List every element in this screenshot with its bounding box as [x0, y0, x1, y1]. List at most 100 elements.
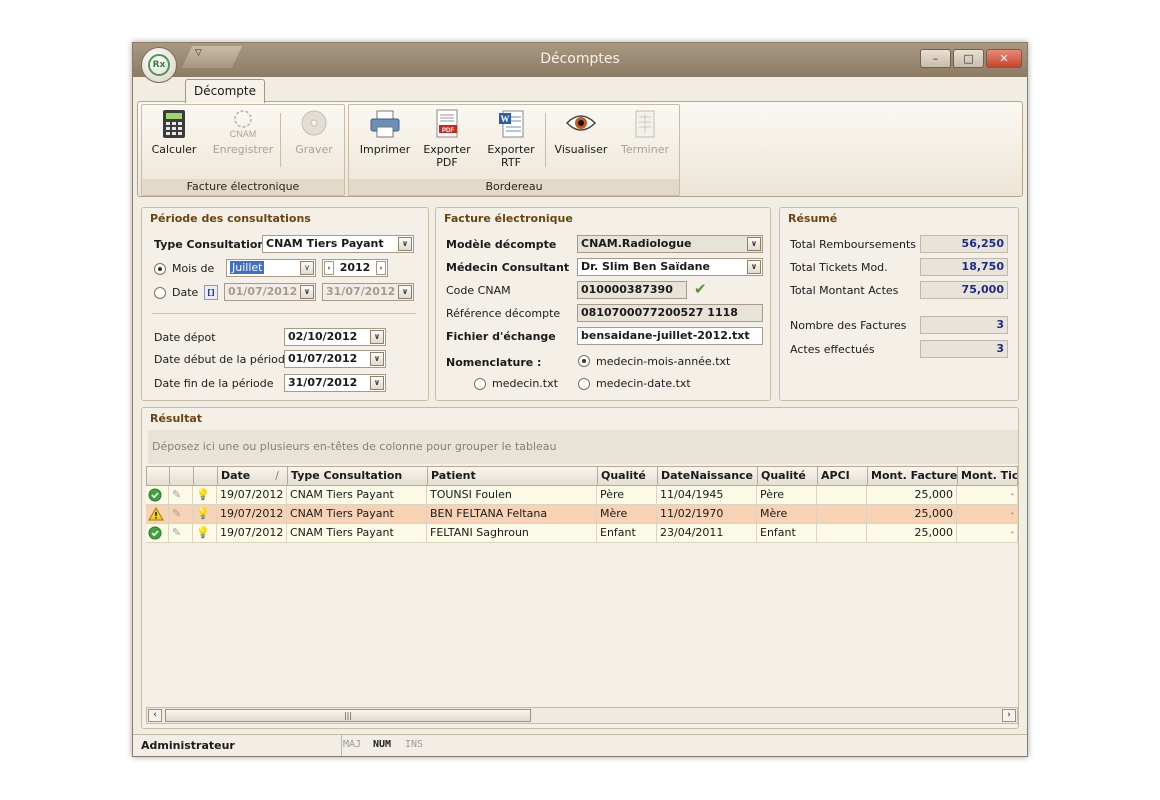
tab-decompte[interactable]: Décompte — [185, 79, 265, 103]
scroll-left-icon[interactable]: ‹ — [148, 709, 162, 722]
column-header-date-naissance[interactable]: DateNaissance — [657, 466, 757, 486]
imprimer-button[interactable]: Imprimer — [355, 109, 415, 156]
column-header-mont-ticket[interactable]: Mont. Tick — [957, 466, 1018, 486]
column-header-qualite[interactable]: Qualité — [597, 466, 657, 486]
chevron-down-icon[interactable]: ∨ — [370, 330, 384, 344]
code-cnam-label: Code CNAM — [446, 284, 511, 297]
code-cnam-value: 010000387390 — [581, 283, 673, 296]
reference-value: 0810700077200527 1118 — [581, 306, 738, 319]
modele-select[interactable]: CNAM.Radiologue ∨ — [577, 235, 763, 253]
code-cnam-field[interactable]: 010000387390 — [577, 281, 687, 299]
tools-icon[interactable]: ✎ — [169, 486, 193, 505]
chevron-down-icon[interactable]: ∨ — [747, 260, 761, 274]
calculer-button[interactable]: Calculer — [144, 109, 204, 156]
chevron-down-icon[interactable]: ∨ — [370, 376, 384, 390]
terminer-button[interactable]: Terminer — [615, 109, 675, 156]
table-row[interactable]: ✎ 💡 19/07/2012 CNAM Tiers Payant TOUNSI … — [146, 486, 1018, 505]
close-button[interactable]: ✕ — [986, 49, 1022, 68]
terminer-label: Terminer — [621, 143, 669, 156]
mois-radio[interactable] — [154, 263, 166, 275]
date-debut-value: 01/07/2012 — [288, 352, 358, 365]
cell-date-naissance: 11/02/1970 — [657, 505, 757, 524]
status-ok-icon — [146, 486, 169, 505]
chevron-down-icon[interactable]: ∨ — [370, 352, 384, 366]
date-radio[interactable] — [154, 287, 166, 299]
enregistrer-button[interactable]: CNAM Enregistrer — [208, 109, 278, 156]
actes-effectues-label: Actes effectués — [790, 343, 875, 356]
column-header-patient[interactable]: Patient — [427, 466, 597, 486]
tools-icon[interactable]: ✎ — [169, 524, 193, 543]
exporter-rtf-button[interactable]: W Exporter RTF — [481, 109, 541, 169]
chevron-down-icon[interactable]: ∨ — [747, 237, 761, 251]
fichier-label: Fichier d'échange — [446, 330, 556, 343]
year-spinner[interactable]: ‹ 2012 › — [322, 259, 388, 277]
date-depot-field[interactable]: 02/10/2012 ∨ — [284, 328, 386, 346]
date-debut-field[interactable]: 01/07/2012 ∨ — [284, 350, 386, 368]
svg-text:W: W — [501, 114, 510, 124]
document-table-icon — [631, 109, 659, 139]
column-header-qualite-2[interactable]: Qualité — [757, 466, 817, 486]
status-maj: MAJ — [343, 739, 362, 750]
word-icon: W — [497, 109, 525, 139]
chevron-right-icon[interactable]: › — [376, 261, 386, 275]
column-header-type-consultation[interactable]: Type Consultation — [287, 466, 427, 486]
tools-icon[interactable]: ✎ — [169, 505, 193, 524]
application-button[interactable]: Rx — [141, 47, 177, 83]
cell-patient: FELTANI Saghroun — [427, 524, 597, 543]
visualiser-button[interactable]: Visualiser — [551, 109, 611, 156]
reference-label: Référence décompte — [446, 307, 561, 320]
table-row[interactable]: ✎ 💡 19/07/2012 CNAM Tiers Payant BEN FEL… — [146, 505, 1018, 524]
type-consultation-select[interactable]: CNAM Tiers Payant ∨ — [262, 235, 414, 253]
lightbulb-icon[interactable]: 💡 — [193, 486, 217, 505]
date-fin-field[interactable]: 31/07/2012 ∨ — [284, 374, 386, 392]
medecin-select[interactable]: Dr. Slim Ben Saïdane ∨ — [577, 258, 763, 276]
column-header-apci[interactable]: APCI — [817, 466, 867, 486]
printer-icon — [370, 109, 400, 139]
nomenclature-medecin-radio[interactable] — [474, 378, 486, 390]
type-consultation-value: CNAM Tiers Payant — [266, 237, 384, 250]
type-consultation-label: Type Consultation — [154, 238, 266, 251]
nomenclature-date-radio[interactable] — [578, 378, 590, 390]
cell-qualite-2: Père — [757, 486, 817, 505]
ribbon-group-bordereau-label: Bordereau — [349, 179, 679, 195]
nomenclature-mois-annee-radio[interactable] — [578, 355, 590, 367]
tools-column-header[interactable] — [169, 466, 193, 486]
date-range-toggle-icon[interactable]: [] — [204, 285, 218, 300]
chevron-down-icon[interactable]: ∨ — [398, 285, 412, 299]
exporter-pdf-button[interactable]: PDF Exporter PDF — [417, 109, 477, 169]
group-by-drop-area[interactable]: Déposez ici une ou plusieurs en-têtes de… — [148, 430, 1018, 464]
fichier-field[interactable]: bensaidane-juillet-2012.txt — [577, 327, 763, 345]
scroll-right-icon[interactable]: › — [1002, 709, 1016, 722]
table-row[interactable]: ✎ 💡 19/07/2012 CNAM Tiers Payant FELTANI… — [146, 524, 1018, 543]
divider — [152, 313, 416, 314]
minimize-button[interactable]: – — [920, 49, 951, 68]
horizontal-scrollbar[interactable]: ‹ ||| › — [146, 707, 1018, 724]
svg-text:PDF: PDF — [442, 128, 454, 134]
scrollbar-thumb[interactable]: ||| — [165, 709, 531, 722]
hint-column-header[interactable] — [193, 466, 217, 486]
maximize-button[interactable]: □ — [953, 49, 984, 68]
status-ok-icon — [146, 524, 169, 543]
chevron-left-icon[interactable]: ‹ — [324, 261, 334, 275]
lightbulb-icon[interactable]: 💡 — [193, 505, 217, 524]
graver-button[interactable]: Graver — [284, 109, 344, 156]
column-header-date[interactable]: Date / — [217, 466, 287, 486]
cnam-icon: CNAM — [229, 109, 257, 139]
exporter-rtf-label: Exporter — [487, 143, 535, 156]
date-to-field[interactable]: 31/07/2012 ∨ — [322, 283, 414, 301]
date-from-field[interactable]: 01/07/2012 ∨ — [224, 283, 316, 301]
reference-field[interactable]: 0810700077200527 1118 — [577, 304, 763, 322]
chevron-down-icon[interactable]: ∨ — [300, 261, 314, 275]
chevron-down-icon[interactable]: ∨ — [300, 285, 314, 299]
ribbon-group-bordereau: Imprimer PDF Exporter PDF W Exporter RTF… — [348, 104, 680, 196]
lightbulb-icon[interactable]: 💡 — [193, 524, 217, 543]
eye-icon — [565, 109, 597, 139]
title-bar: ▽ Décomptes – □ ✕ — [133, 43, 1027, 77]
graver-label: Graver — [295, 143, 333, 156]
chevron-down-icon[interactable]: ∨ — [398, 237, 412, 251]
status-column-header[interactable] — [146, 466, 169, 486]
cell-qualite-2: Enfant — [757, 524, 817, 543]
pdf-icon: PDF — [433, 109, 461, 139]
mois-select[interactable]: Juillet ∨ — [226, 259, 316, 277]
column-header-mont-facture[interactable]: Mont. Facture — [867, 466, 957, 486]
